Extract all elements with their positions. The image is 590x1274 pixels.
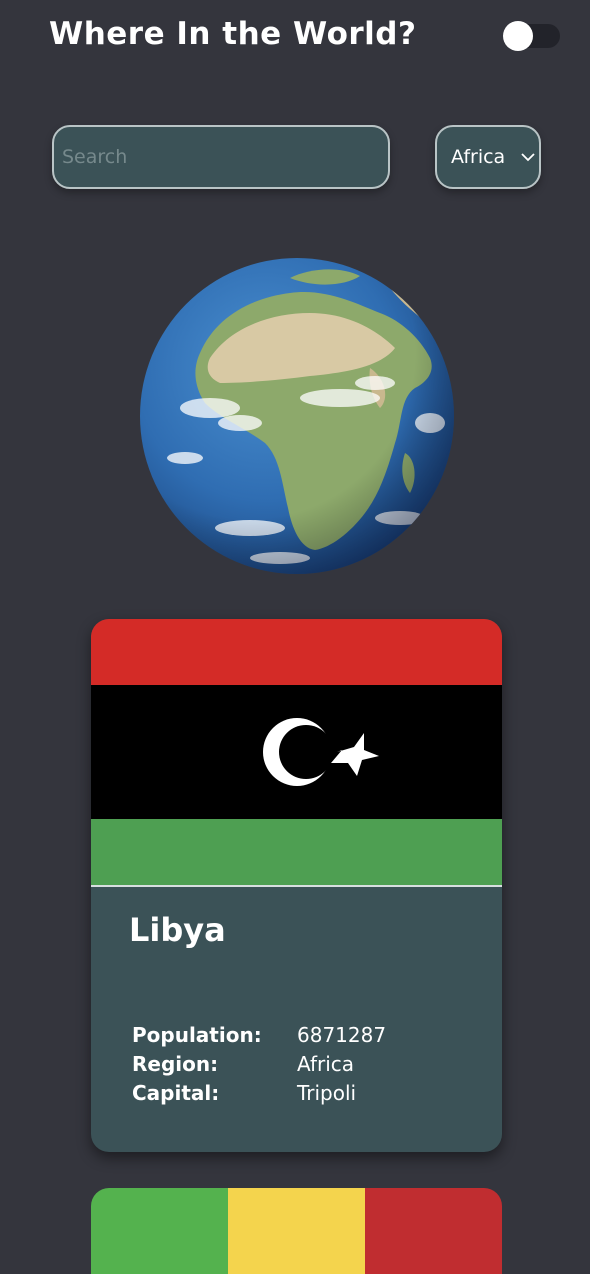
app-header: Where In the World? xyxy=(0,0,590,80)
search-input[interactable] xyxy=(52,125,390,189)
globe-image xyxy=(140,258,454,574)
country-card[interactable] xyxy=(91,1188,502,1274)
population-value: 6871287 xyxy=(297,1023,387,1047)
region-row: Region: Africa xyxy=(132,1050,386,1079)
region-selected-value: Africa xyxy=(451,146,506,168)
app-title: Where In the World? xyxy=(49,16,417,52)
capital-label: Capital: xyxy=(132,1081,220,1105)
theme-toggle[interactable] xyxy=(503,21,560,51)
country-name: Libya xyxy=(129,911,226,949)
region-value: Africa xyxy=(297,1052,355,1076)
flag-divider xyxy=(91,885,502,887)
region-label: Region: xyxy=(132,1052,219,1076)
toggle-knob[interactable] xyxy=(503,21,533,51)
country-card[interactable]: Libya Population: 6871287 Region: Africa… xyxy=(91,619,502,1152)
capital-value: Tripoli xyxy=(297,1081,357,1105)
population-row: Population: 6871287 xyxy=(132,1021,386,1050)
chevron-down-icon xyxy=(521,153,535,162)
region-filter-select[interactable]: Africa xyxy=(435,125,541,189)
population-label: Population: xyxy=(132,1023,262,1047)
country-stats: Population: 6871287 Region: Africa Capit… xyxy=(132,1021,386,1108)
mali-flag xyxy=(91,1188,502,1274)
libya-flag xyxy=(91,619,502,885)
capital-row: Capital: Tripoli xyxy=(132,1079,386,1108)
